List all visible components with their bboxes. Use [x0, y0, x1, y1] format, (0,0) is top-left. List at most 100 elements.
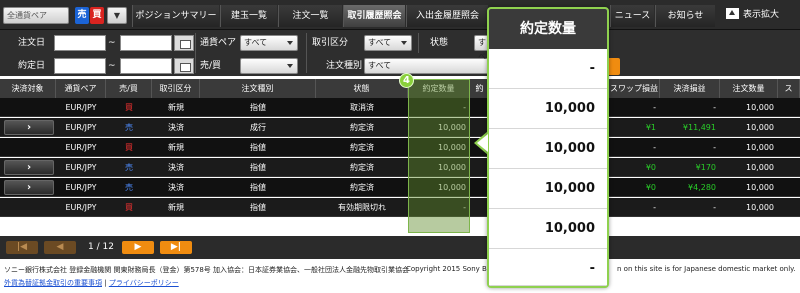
- settle-detail-button[interactable]: ›: [4, 180, 54, 195]
- privacy-policy-link[interactable]: プライバシーポリシー: [109, 279, 179, 287]
- calendar-icon[interactable]: [174, 35, 194, 51]
- cell-trade: 新規: [168, 143, 184, 152]
- cell-pair: EUR/JPY: [65, 143, 97, 152]
- tab-position-summary[interactable]: ポジションサマリー: [132, 5, 219, 27]
- cell-side: 買: [125, 103, 133, 112]
- order-type-value: すべて: [368, 61, 392, 70]
- expand-view-button[interactable]: 表示拡大: [726, 7, 796, 24]
- last-page-button[interactable]: ▶|: [160, 241, 192, 254]
- settle-detail-button[interactable]: ›: [4, 160, 54, 175]
- table-row: › EUR/JPY 売決済 指値 約定済 10,000 ¥0 ¥170 10,000: [0, 158, 800, 177]
- cell-pnl: ¥11,491: [682, 123, 716, 132]
- cell-side: 買: [125, 203, 133, 212]
- currency-pair-select[interactable]: 全通貨ペア: [3, 7, 69, 24]
- page-indicator: 1 / 12: [88, 242, 114, 252]
- divider: [195, 33, 196, 73]
- pair-filter-value: すべて: [244, 38, 268, 47]
- cell-swap: ¥0: [645, 163, 656, 172]
- col-header-status: 状態: [316, 79, 408, 98]
- callout-value: 10,000: [489, 209, 607, 249]
- expand-label: 表示拡大: [743, 10, 780, 20]
- cell-order-qty: 10,000: [746, 203, 774, 212]
- cell-order-qty: 10,000: [746, 123, 774, 132]
- status-value: すべ: [478, 38, 486, 61]
- footer-links: 外貨為替証拠金取引の重要事項 | プライバシーポリシー: [4, 278, 179, 288]
- cell-swap: -: [653, 103, 656, 112]
- contract-date-to-input[interactable]: [120, 58, 172, 74]
- divider: [306, 33, 307, 73]
- side-filter-select[interactable]: [240, 58, 298, 74]
- cell-pnl: -: [713, 143, 716, 152]
- cell-order-type: 指値: [250, 183, 266, 192]
- chevron-down-icon: [287, 41, 293, 45]
- tab-notices[interactable]: お知らせ: [655, 5, 715, 27]
- cell-pair: EUR/JPY: [65, 163, 97, 172]
- callout-value: -: [489, 49, 607, 89]
- trade-type-select[interactable]: すべて: [364, 35, 412, 51]
- order-type-label: 注文種別: [326, 61, 363, 71]
- cell-order-qty: 10,000: [746, 183, 774, 192]
- col-header-settle-target: 決済対象: [0, 79, 56, 98]
- tab-news[interactable]: ニュース: [610, 5, 654, 27]
- col-header-side: 売/買: [106, 79, 152, 98]
- col-header-settle-pnl: 決済損益: [660, 79, 720, 98]
- callout-header: 約定数量: [489, 9, 607, 49]
- table-row: › EUR/JPY 売決済 指値 約定済 10,000 ¥0 ¥4,280 10,000: [0, 178, 800, 197]
- divider: [418, 33, 419, 53]
- pair-filter-select[interactable]: すべて: [240, 35, 298, 51]
- cell-swap: ¥1: [645, 123, 656, 132]
- cell-status: 約定済: [350, 183, 374, 192]
- cell-pnl: -: [713, 103, 716, 112]
- col-header-order-type: 注文種別: [200, 79, 316, 98]
- important-notice-link[interactable]: 外貨為替証拠金取引の重要事項: [4, 279, 102, 287]
- chevron-down-icon: [401, 41, 407, 45]
- cell-order-type: 成行: [250, 123, 266, 132]
- company-info: ソニー銀行株式会社 登録金融機関 関東財務局長（登金）第578号 加入協会：日本…: [4, 266, 410, 274]
- tilde: ~: [108, 38, 116, 48]
- pair-label: 通貨ペア: [200, 38, 237, 48]
- tab-trade-history[interactable]: 取引履歴照会: [343, 5, 405, 27]
- col-header-pair: 通貨ペア: [56, 79, 106, 98]
- cell-order-type: 指値: [250, 163, 266, 172]
- next-page-button[interactable]: ▶: [122, 241, 154, 254]
- callout-pointer-inner: [477, 134, 488, 152]
- contract-date-label: 約定日: [18, 61, 46, 71]
- order-type-select[interactable]: すべて: [364, 58, 490, 74]
- status-label: 状態: [430, 38, 449, 48]
- col-header-swap-pnl: スワップ損益: [609, 79, 660, 98]
- table-row: EUR/JPY 買新規 指値 約定済 10,000- -10,000: [0, 138, 800, 157]
- chevron-down-icon[interactable]: ▼: [107, 7, 127, 24]
- cell-trade: 決済: [168, 123, 184, 132]
- cell-pair: EUR/JPY: [65, 203, 97, 212]
- calendar-icon[interactable]: [174, 58, 194, 74]
- callout-value: -: [489, 249, 607, 286]
- cell-pnl: -: [713, 203, 716, 212]
- tab-deposit-history[interactable]: 入出金履歴照会: [406, 5, 488, 27]
- cell-swap: -: [653, 203, 656, 212]
- col-header-more: ス: [778, 79, 800, 98]
- order-date-from-input[interactable]: [54, 35, 106, 51]
- prev-page-button[interactable]: ◀: [44, 241, 76, 254]
- settle-detail-button[interactable]: ›: [4, 120, 54, 135]
- table-row: EUR/JPY 買新規 指値 取消済 - - -10,000: [0, 98, 800, 117]
- first-page-button[interactable]: |◀: [6, 241, 38, 254]
- tab-orders[interactable]: 注文一覧: [278, 5, 342, 27]
- table-row: › EUR/JPY 売決済 成行 約定済 10,000 ¥1 ¥11,491 10,000: [0, 118, 800, 137]
- expand-icon: [726, 8, 739, 19]
- order-date-to-input[interactable]: [120, 35, 172, 51]
- contract-date-from-input[interactable]: [54, 58, 106, 74]
- cell-order-type: 指値: [250, 203, 266, 212]
- tab-positions[interactable]: 建玉一覧: [220, 5, 277, 27]
- callout-value: 10,000: [489, 129, 607, 169]
- buy-button[interactable]: 買: [90, 7, 104, 24]
- cell-trade: 決済: [168, 163, 184, 172]
- cell-status: 取消済: [350, 103, 374, 112]
- cell-order-qty: 10,000: [746, 163, 774, 172]
- trade-type-value: すべて: [368, 38, 392, 47]
- cell-swap: ¥0: [645, 183, 656, 192]
- cell-trade: 決済: [168, 183, 184, 192]
- col-header-trade-type: 取引区分: [152, 79, 200, 98]
- cell-trade: 新規: [168, 203, 184, 212]
- cell-status: 約定済: [350, 163, 374, 172]
- sell-button[interactable]: 売: [75, 7, 89, 24]
